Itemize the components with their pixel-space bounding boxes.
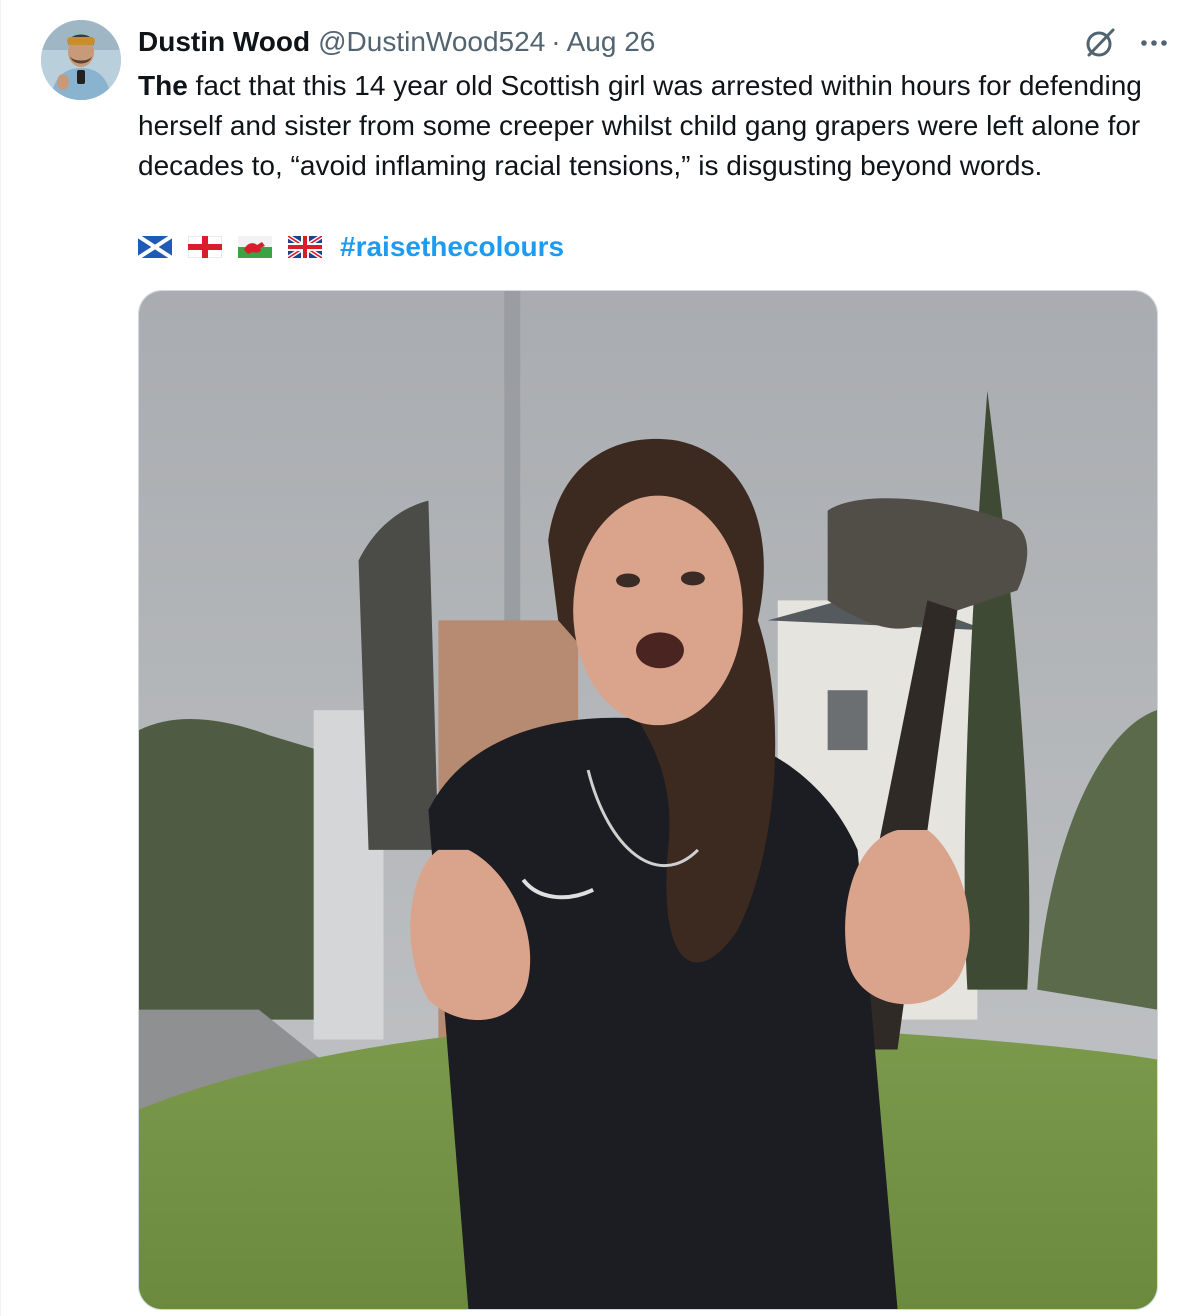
tweet[interactable]: Dustin Wood @DustinWood524 · Aug 26 The …: [0, 0, 1196, 1316]
tweet-date[interactable]: Aug 26: [567, 26, 656, 58]
hashtag-link[interactable]: #raisethecolours: [340, 231, 564, 263]
scotland-flag-icon: [138, 236, 172, 258]
author-name[interactable]: Dustin Wood: [138, 26, 310, 58]
england-flag-icon: [188, 236, 222, 258]
tweet-photo[interactable]: [138, 290, 1158, 1310]
tweet-header: Dustin Wood @DustinWood524 · Aug 26: [138, 22, 655, 62]
avatar[interactable]: [41, 20, 121, 100]
grok-icon[interactable]: [1083, 26, 1117, 60]
wales-flag-icon: [238, 236, 272, 258]
tweet-text: The fact that this 14 year old Scottish …: [138, 66, 1168, 186]
tweet-lead-word: The: [138, 70, 188, 101]
author-handle[interactable]: @DustinWood524: [318, 26, 545, 58]
more-options-icon[interactable]: [1137, 28, 1171, 58]
flags-and-hashtag: #raisethecolours: [138, 229, 564, 265]
tweet-body: fact that this 14 year old Scottish girl…: [138, 70, 1142, 181]
separator-dot: ·: [551, 26, 561, 57]
uk-flag-icon: [288, 236, 322, 258]
